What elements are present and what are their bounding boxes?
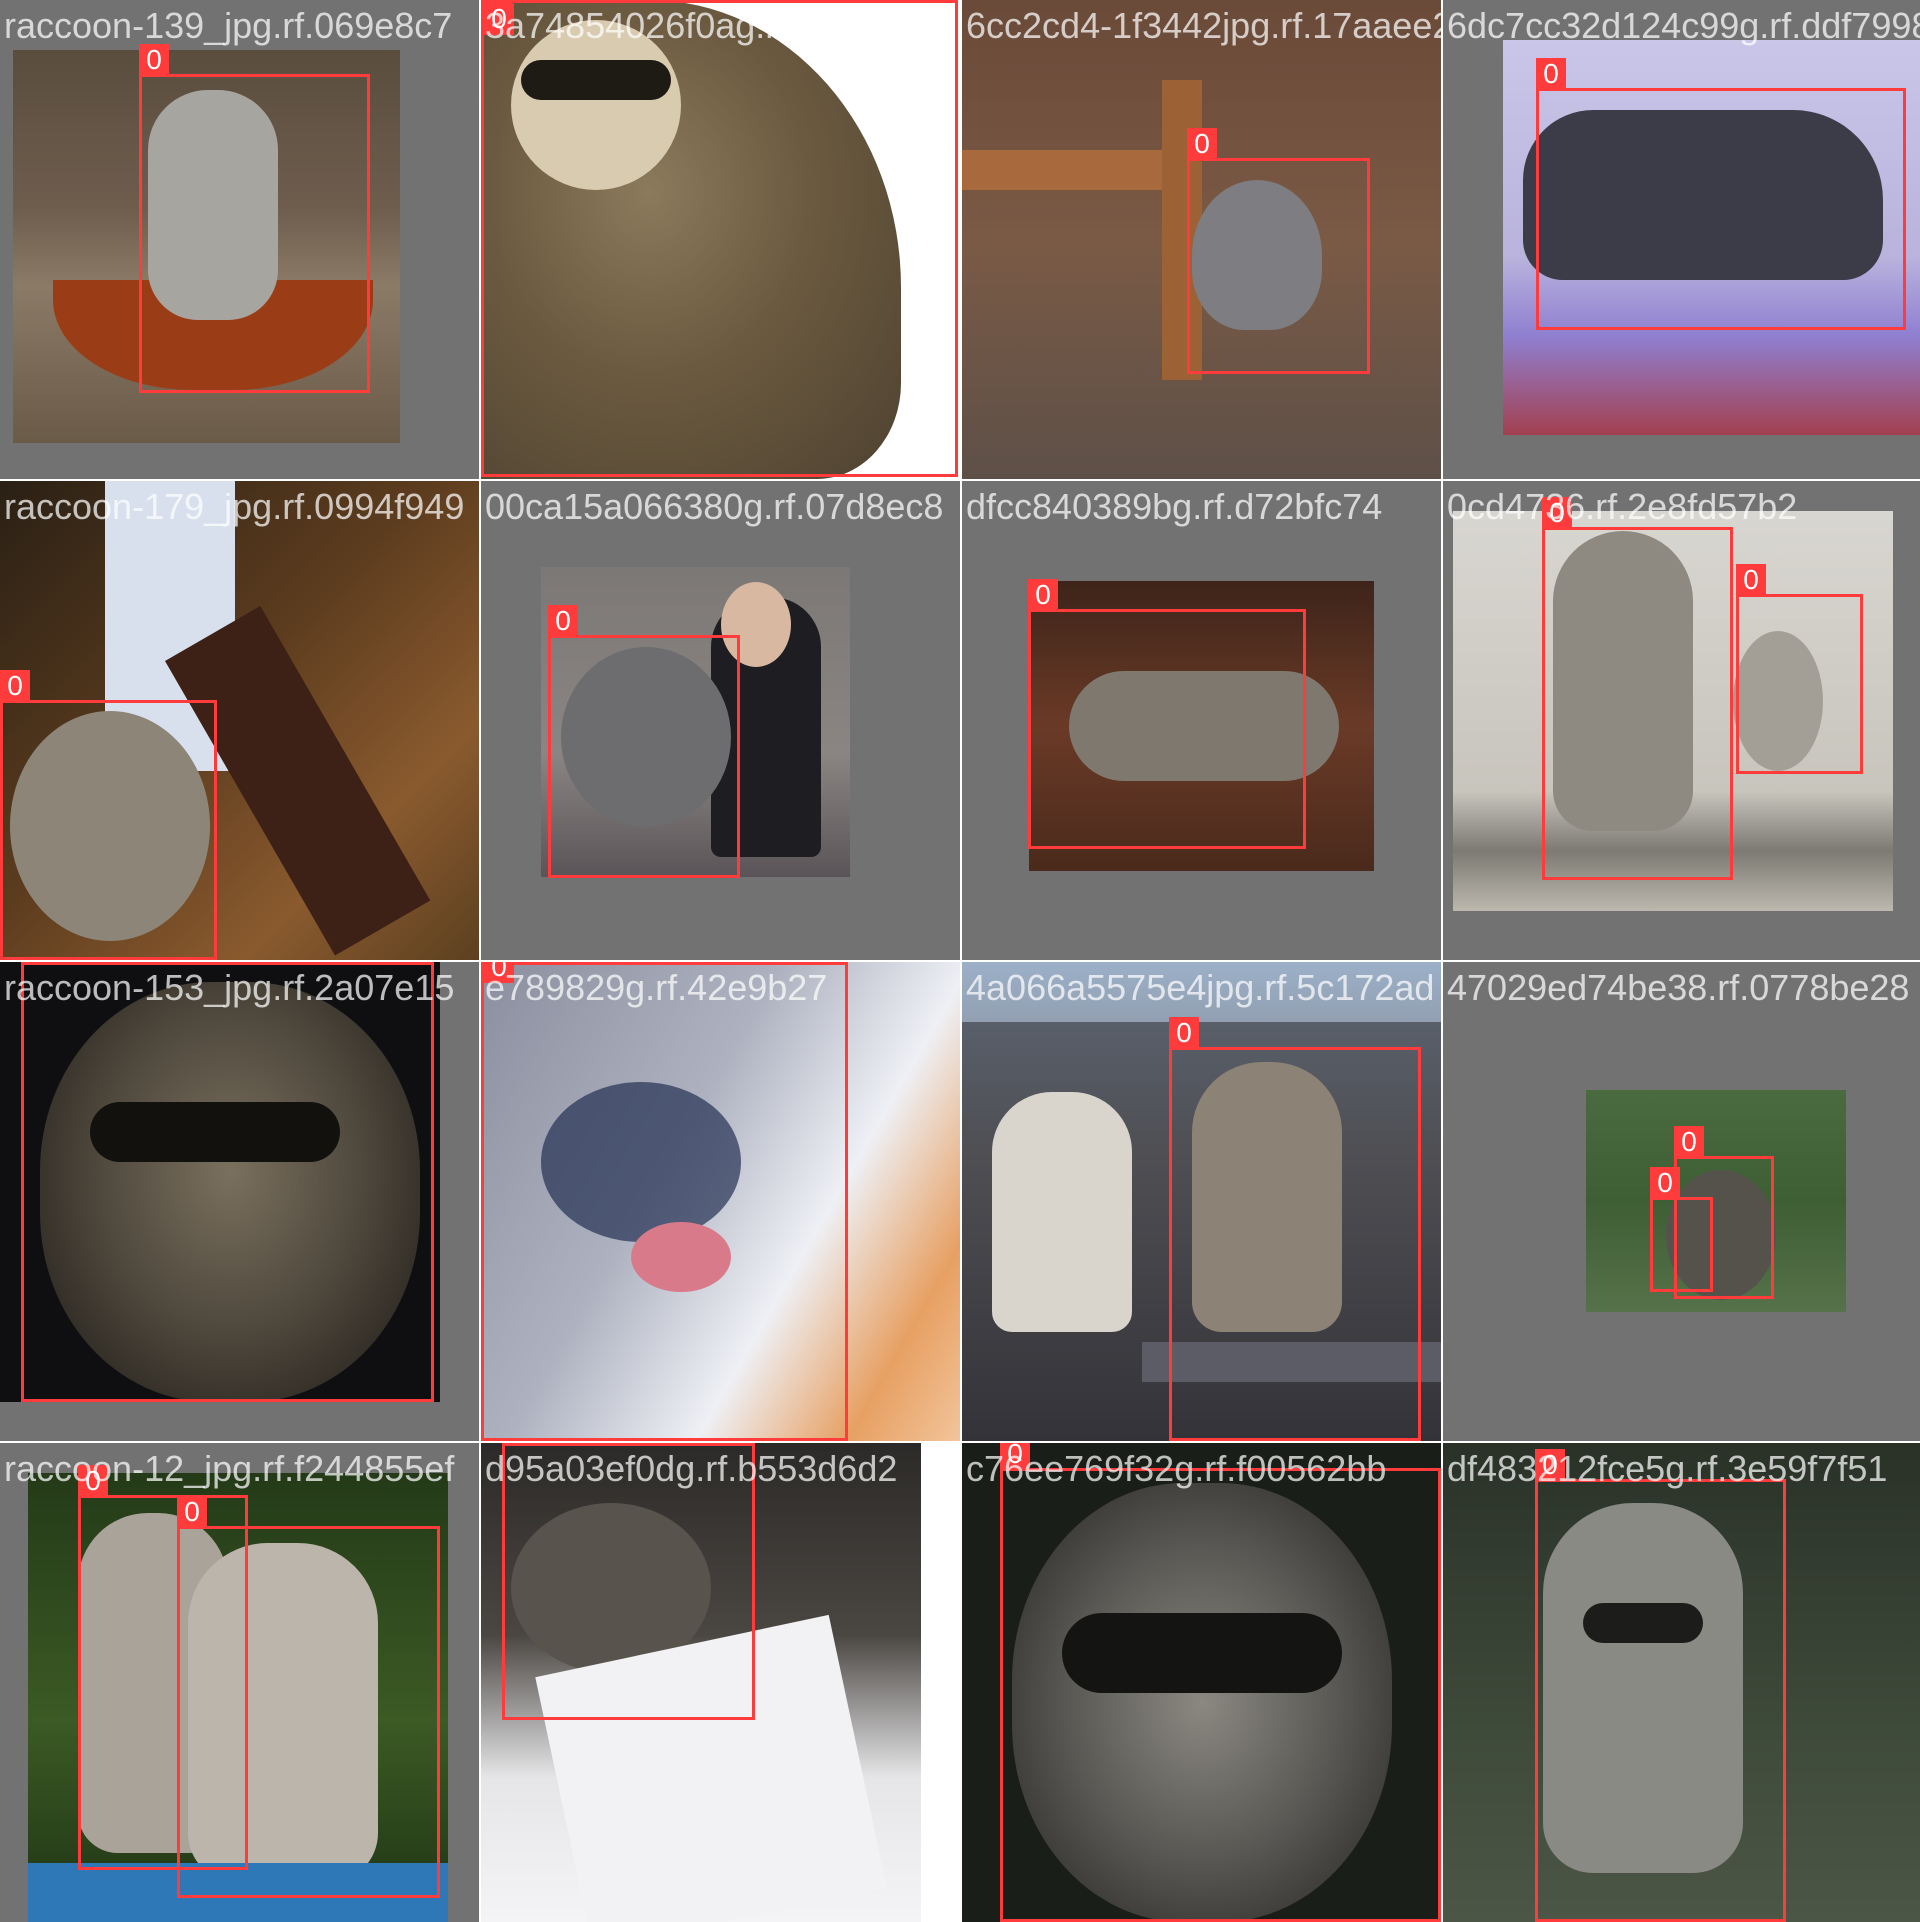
- bounding-box: 0: [1535, 1449, 1786, 1922]
- tile-label: raccoon-139_jpg.rf.069e8c7: [4, 5, 453, 46]
- tile-13: raccoon-12_jpg.rf.f244855ef 0 0: [0, 1443, 479, 1922]
- class-label: 0: [484, 962, 514, 983]
- tile-15: c76ee769f32g.rf.f00562bb 0: [962, 1443, 1441, 1922]
- bounding-box: 0: [1028, 579, 1306, 849]
- class-label: 0: [1650, 1167, 1680, 1199]
- bounding-box: 0: [1650, 1167, 1713, 1292]
- bounding-box: 0: [1169, 1017, 1421, 1441]
- bounding-box: 0: [21, 962, 434, 1402]
- tile-10: e789829g.rf.42e9b27 0: [481, 962, 960, 1441]
- bounding-box: 0: [139, 44, 370, 393]
- tile-4: 6dc7cc32d124c99g.rf.ddf79987 0: [1443, 0, 1920, 479]
- bounding-box: 0: [0, 670, 217, 960]
- class-label: 0: [1542, 497, 1572, 529]
- tile-label: 47029ed74be38.rf.0778be28: [1447, 967, 1910, 1008]
- tile-11: 4a066a5575e4jpg.rf.5c172ad 0: [962, 962, 1441, 1441]
- bounding-box: 0: [481, 962, 848, 1441]
- class-label: 0: [1736, 564, 1766, 596]
- bounding-box: 0: [1187, 128, 1370, 374]
- class-label: 0: [177, 1496, 207, 1528]
- class-label: 0: [139, 44, 169, 76]
- class-label: 0: [21, 962, 51, 964]
- bounding-box: 0: [1536, 58, 1906, 330]
- bounding-box: 0: [481, 0, 958, 477]
- class-label: 0: [0, 670, 30, 702]
- bounding-box: 0: [1000, 1443, 1441, 1922]
- class-label: 0: [1000, 1443, 1030, 1470]
- bounding-box: 0: [177, 1496, 440, 1898]
- bounding-box: 0: [1736, 564, 1863, 774]
- bounding-box: 0: [1542, 497, 1733, 880]
- tile-label: 00ca15a066380g.rf.07d8ec8: [485, 486, 944, 527]
- class-label: 0: [78, 1465, 108, 1497]
- class-label: 0: [1535, 1449, 1565, 1481]
- class-label: 0: [1674, 1126, 1704, 1158]
- tile-8: 0cd4736.rf.2e8fd57b2 0 0: [1443, 481, 1920, 960]
- tile-12: 47029ed74be38.rf.0778be28 0 0: [1443, 962, 1920, 1441]
- class-label: 0: [1536, 58, 1566, 90]
- class-label: 0: [484, 3, 514, 35]
- tile-16: df483212fce5g.rf.3e59f7f51 0: [1443, 1443, 1920, 1922]
- class-label: 0: [502, 1443, 532, 1445]
- tile-5: raccoon-179_jpg.rf.0994f949 0: [0, 481, 479, 960]
- tile-2: 3a74854026f0ag.rf.0957964 0: [481, 0, 960, 479]
- bounding-box: 0: [548, 605, 740, 878]
- tile-7: dfcc840389bg.rf.d72bfc74 0: [962, 481, 1441, 960]
- tile-6: 00ca15a066380g.rf.07d8ec8 0: [481, 481, 960, 960]
- tile-label: dfcc840389bg.rf.d72bfc74: [966, 486, 1383, 527]
- tile-14: d95a03ef0dg.rf.b553d6d2 0: [481, 1443, 960, 1922]
- class-label: 0: [1028, 579, 1058, 611]
- class-label: 0: [1187, 128, 1217, 160]
- tile-3: 6cc2cd4-1f3442jpg.rf.17aaee25 0: [962, 0, 1441, 479]
- detection-mosaic-grid: raccoon-139_jpg.rf.069e8c7 0 3a74854026f…: [0, 0, 1920, 1922]
- class-label: 0: [548, 605, 578, 637]
- bounding-box: 0: [502, 1443, 755, 1720]
- class-label: 0: [1169, 1017, 1199, 1049]
- tile-1: raccoon-139_jpg.rf.069e8c7 0: [0, 0, 479, 479]
- tile-9: raccoon-153_jpg.rf.2a07e15 0: [0, 962, 479, 1441]
